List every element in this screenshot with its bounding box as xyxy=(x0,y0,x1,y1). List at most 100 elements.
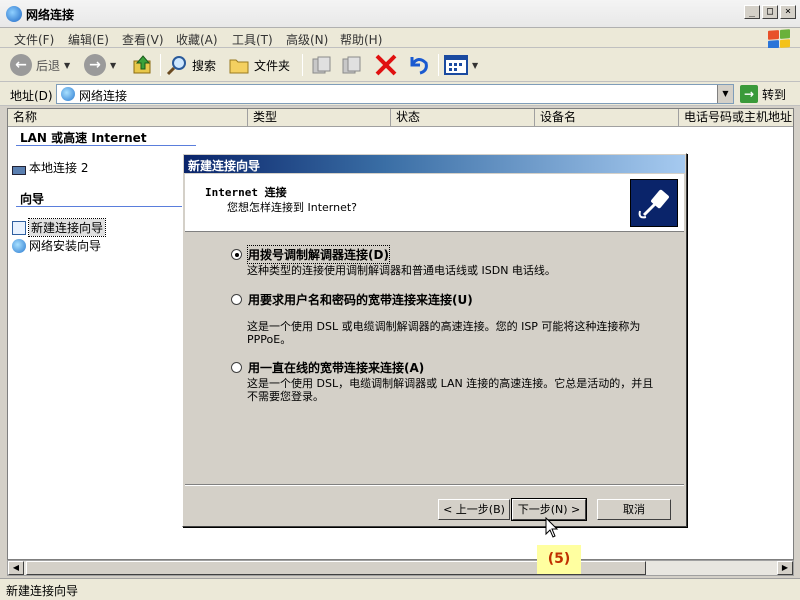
dialog-title-bar[interactable]: 新建连接向导 xyxy=(184,155,685,173)
forward-arrow-icon: → xyxy=(84,54,106,76)
column-header-device[interactable]: 设备名 xyxy=(535,109,679,127)
option-label: 用拨号调制解调器连接(D) xyxy=(247,245,390,264)
option-label: 用一直在线的宽带连接来连接(A) xyxy=(248,361,425,375)
list-item-label: 新建连接向导 xyxy=(27,218,107,237)
address-label: 地址(D) xyxy=(10,89,53,103)
cancel-button[interactable]: 取消 xyxy=(597,499,671,520)
search-label: 搜索 xyxy=(192,58,217,73)
step-callout: (5) xyxy=(537,545,581,574)
list-item-network-setup-wizard[interactable]: 网络安装向导 xyxy=(12,237,101,254)
list-item-label: 本地连接 2 xyxy=(29,161,89,175)
radio-button[interactable] xyxy=(231,362,242,373)
menu-help[interactable]: 帮助(H) xyxy=(340,31,382,48)
title-bar: 网络连接 _ □ × xyxy=(0,0,800,28)
option-broadband-login[interactable]: 用要求用户名和密码的宽带连接来连接(U) xyxy=(231,291,473,308)
option-description: 这是一个使用 DSL，电缆调制解调器或 LAN 连接的高速连接。它总是活动的，并… xyxy=(247,377,654,403)
menu-advanced[interactable]: 高级(N) xyxy=(286,31,328,48)
radio-button[interactable] xyxy=(231,249,242,260)
list-item-new-connection-wizard[interactable]: 新建连接向导 xyxy=(12,218,107,237)
folders-button[interactable]: 文件夹 xyxy=(228,52,290,78)
back-arrow-icon: ← xyxy=(10,54,32,76)
new-connection-wizard-dialog: 新建连接向导 Internet 连接 您想怎样连接到 Internet? 用拨号… xyxy=(182,153,687,527)
move-to-button[interactable] xyxy=(310,52,332,78)
status-bar: 新建连接向导 xyxy=(0,578,800,600)
dialog-title: 新建连接向导 xyxy=(188,159,261,173)
address-input[interactable]: 网络连接 ▼ xyxy=(56,84,734,104)
network-connections-icon xyxy=(61,87,75,101)
copy-to-icon xyxy=(342,56,361,74)
menu-tools[interactable]: 工具(T) xyxy=(232,31,273,48)
minimize-button[interactable]: _ xyxy=(744,5,760,19)
toolbar-separator xyxy=(302,54,303,76)
network-adapter-icon xyxy=(12,162,26,175)
option-dialup[interactable]: 用拨号调制解调器连接(D) xyxy=(231,245,390,264)
maximize-button[interactable]: □ xyxy=(762,5,778,19)
column-header-type[interactable]: 类型 xyxy=(248,109,391,127)
address-bar: 地址(D) 网络连接 ▼ → 转到 xyxy=(0,82,800,106)
delete-button[interactable] xyxy=(374,52,398,78)
chevron-down-icon: ▼ xyxy=(472,60,479,70)
toolbar: ← 后退 ▼ → ▼ 搜索 文件夹 ▼ xyxy=(0,48,800,82)
column-header-name[interactable]: 名称 xyxy=(8,109,248,127)
window-controls: _ □ × xyxy=(744,5,796,19)
search-icon xyxy=(166,56,186,76)
connection-cable-icon xyxy=(630,179,678,227)
radio-button[interactable] xyxy=(231,294,242,305)
menu-edit[interactable]: 编辑(E) xyxy=(68,31,109,48)
scroll-right-button[interactable]: ▶ xyxy=(777,561,793,575)
views-button[interactable]: ▼ xyxy=(444,52,478,78)
column-headers: 名称 类型 状态 设备名 电话号码或主机地址 xyxy=(8,109,793,127)
chevron-down-icon: ▼ xyxy=(64,60,71,70)
dialog-divider xyxy=(185,484,684,486)
window-title: 网络连接 xyxy=(26,8,75,22)
menu-favorites[interactable]: 收藏(A) xyxy=(176,31,218,48)
address-value: 网络连接 xyxy=(79,89,128,103)
horizontal-scrollbar[interactable]: ◀ ▶ xyxy=(7,560,794,576)
option-description: 这种类型的连接使用调制解调器和普通电话线或 ISDN 电话线。 xyxy=(247,264,556,277)
back-label: 后退 xyxy=(36,58,61,73)
option-description: 这是一个使用 DSL 或电缆调制解调器的高速连接。您的 ISP 可能将这种连接称… xyxy=(247,320,641,346)
copy-to-button[interactable] xyxy=(340,52,362,78)
views-icon xyxy=(444,55,468,75)
mouse-cursor-icon xyxy=(545,517,559,538)
column-header-status[interactable]: 状态 xyxy=(391,109,535,127)
dialog-header-subtitle: 您想怎样连接到 Internet? xyxy=(227,201,358,214)
list-item-local-connection[interactable]: 本地连接 2 xyxy=(12,159,88,176)
windows-logo-icon xyxy=(768,29,790,49)
back-button[interactable]: ← 后退 ▼ xyxy=(10,52,70,78)
column-header-phone-host[interactable]: 电话号码或主机地址 xyxy=(679,109,793,127)
undo-icon xyxy=(410,57,428,75)
toolbar-separator xyxy=(438,54,439,76)
up-folder-icon xyxy=(133,55,151,74)
menu-view[interactable]: 查看(V) xyxy=(122,31,164,48)
folder-icon xyxy=(229,59,249,74)
list-item-label: 网络安装向导 xyxy=(29,239,102,253)
group-divider xyxy=(16,145,196,146)
network-setup-icon xyxy=(12,238,26,253)
chevron-down-icon: ▼ xyxy=(110,60,117,70)
scroll-left-button[interactable]: ◀ xyxy=(8,561,24,575)
dialog-body: 用拨号调制解调器连接(D) 这种类型的连接使用调制解调器和普通电话线或 ISDN… xyxy=(185,234,684,484)
search-button[interactable]: 搜索 xyxy=(166,52,216,78)
move-to-icon xyxy=(312,56,331,74)
delete-icon xyxy=(375,54,397,76)
forward-button[interactable]: → ▼ xyxy=(84,52,116,78)
group-header-wizard: 向导 xyxy=(20,192,45,206)
folders-label: 文件夹 xyxy=(254,58,291,73)
up-folder-button[interactable] xyxy=(132,52,154,78)
go-button[interactable]: → 转到 xyxy=(740,84,786,104)
option-broadband-always-on[interactable]: 用一直在线的宽带连接来连接(A) xyxy=(231,359,424,376)
menu-bar: 文件(F) 编辑(E) 查看(V) 收藏(A) 工具(T) 高级(N) 帮助(H… xyxy=(0,28,800,49)
option-label: 用要求用户名和密码的宽带连接来连接(U) xyxy=(248,293,473,307)
toolbar-separator xyxy=(160,54,161,76)
network-connections-icon xyxy=(6,6,22,22)
undo-button[interactable] xyxy=(406,52,430,78)
status-text: 新建连接向导 xyxy=(6,584,79,598)
close-button[interactable]: × xyxy=(780,5,796,19)
dialog-header-title: Internet 连接 xyxy=(205,186,287,199)
address-dropdown-button[interactable]: ▼ xyxy=(717,85,733,103)
menu-file[interactable]: 文件(F) xyxy=(14,31,54,48)
go-label: 转到 xyxy=(762,87,787,102)
back-step-button[interactable]: < 上一步(B) xyxy=(438,499,510,520)
group-divider xyxy=(16,206,196,207)
